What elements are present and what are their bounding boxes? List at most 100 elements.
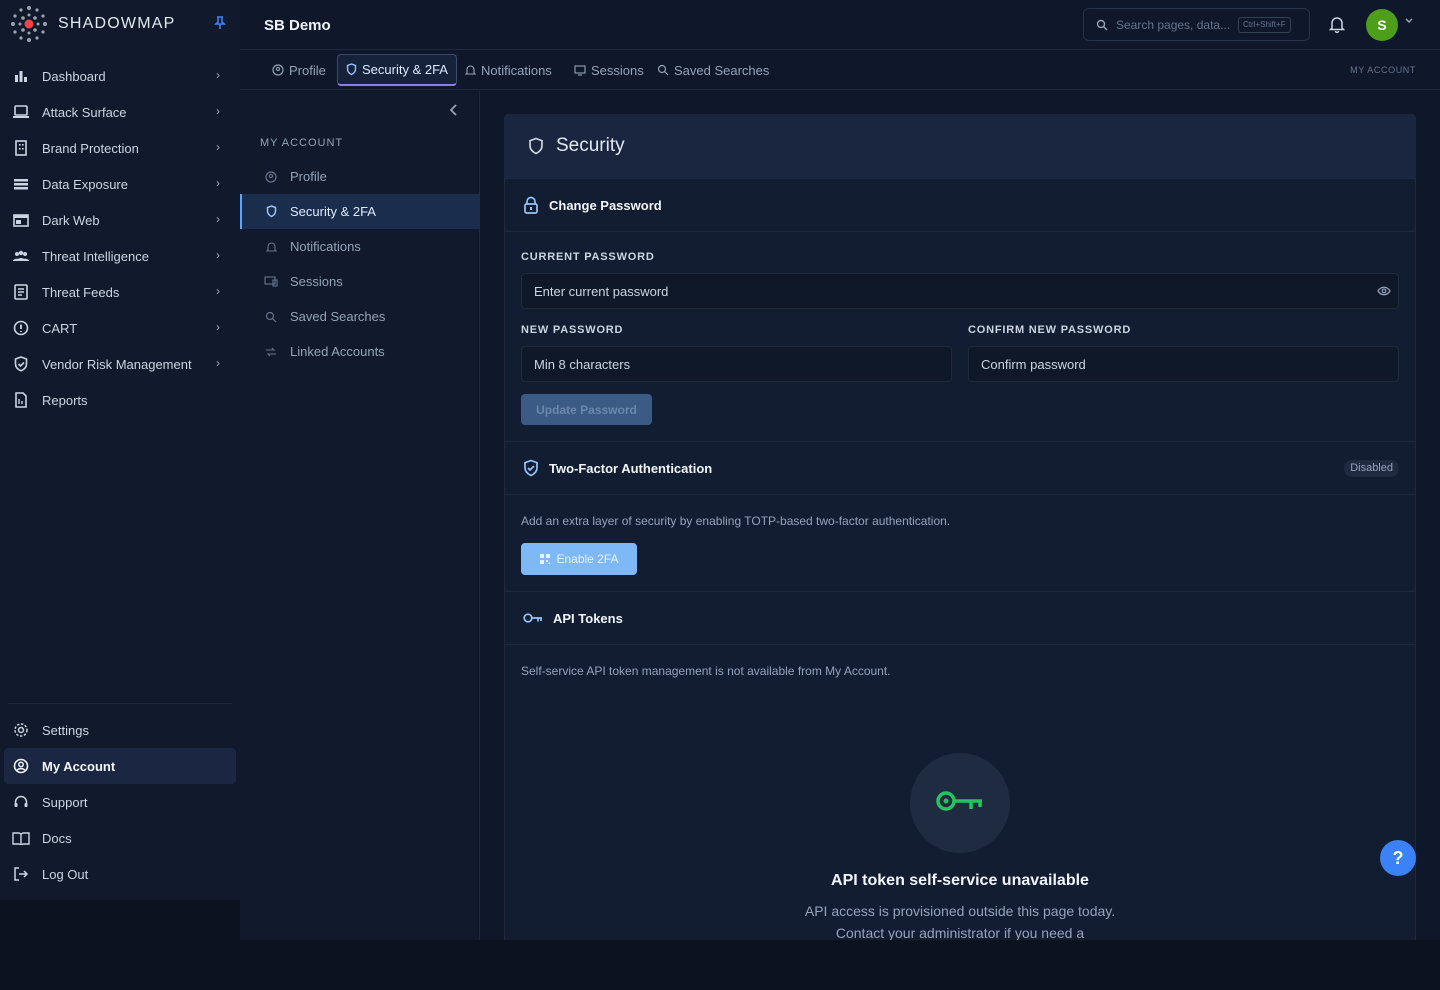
- database-icon: [12, 175, 30, 193]
- subnav-item-security-2fa[interactable]: Security & 2FA: [240, 194, 480, 229]
- sidebar-item-settings[interactable]: Settings: [0, 712, 240, 748]
- api-tokens-header: API Tokens: [505, 592, 1415, 645]
- avatar[interactable]: S: [1366, 9, 1398, 41]
- sidebar-item-label: Support: [42, 794, 88, 810]
- tab-saved-searches[interactable]: Saved Searches: [649, 54, 777, 86]
- sidebar-item-dashboard[interactable]: Dashboard ›: [0, 58, 240, 94]
- tab-profile[interactable]: Profile: [264, 54, 334, 86]
- sidebar-item-threat-feeds[interactable]: Threat Feeds ›: [0, 274, 240, 310]
- tab-notifications[interactable]: Notifications: [457, 54, 560, 86]
- laptop-icon: [12, 103, 30, 121]
- help-button[interactable]: ?: [1380, 840, 1416, 876]
- sidebar-item-my-account[interactable]: My Account: [4, 748, 236, 784]
- chevron-right-icon: ›: [216, 68, 220, 82]
- tab-security-2fa[interactable]: Security & 2FA: [337, 54, 457, 86]
- sidebar-item-support[interactable]: Support: [0, 784, 240, 820]
- shield-check-icon: [12, 355, 30, 373]
- pin-icon[interactable]: [214, 16, 226, 33]
- sidebar-item-label: Settings: [42, 722, 89, 738]
- report-icon: [12, 391, 30, 409]
- brand-name: SHADOWMAP: [58, 15, 176, 32]
- bell-icon[interactable]: [1328, 15, 1346, 38]
- feed-icon: [12, 283, 30, 301]
- user-circle-icon: [272, 64, 284, 76]
- chevron-right-icon: ›: [216, 356, 220, 370]
- sidebar-item-reports[interactable]: Reports: [0, 382, 240, 418]
- sidebar-item-label: CART: [42, 320, 78, 336]
- subnav-list: Profile Security & 2FA Notifications Ses…: [240, 159, 480, 369]
- subnav-item-label: Profile: [290, 169, 327, 184]
- update-password-button[interactable]: Update Password: [521, 394, 652, 425]
- subnav-item-profile[interactable]: Profile: [240, 159, 480, 194]
- chevron-right-icon: ›: [216, 248, 220, 262]
- sidebar-item-label: Attack Surface: [42, 104, 127, 120]
- two-factor-title: Two-Factor Authentication: [549, 460, 713, 476]
- shield-check-icon: [523, 459, 539, 477]
- headset-icon: [12, 793, 30, 811]
- subnav-item-notifications[interactable]: Notifications: [240, 229, 480, 264]
- chevron-left-icon[interactable]: [449, 103, 459, 122]
- shield-icon: [528, 137, 544, 155]
- breadcrumb: MY ACCOUNT: [1350, 65, 1416, 75]
- sidebar-item-vendor-risk-management[interactable]: Vendor Risk Management ›: [0, 346, 240, 382]
- change-password-title: Change Password: [549, 197, 662, 213]
- confirm-password-label: CONFIRM NEW PASSWORD: [968, 324, 1132, 336]
- new-password-label: NEW PASSWORD: [521, 324, 624, 336]
- global-search[interactable]: Search pages, data... Ctrl+Shift+F: [1083, 8, 1310, 41]
- sidebar-item-label: Dashboard: [42, 68, 106, 84]
- alert-circle-icon: [12, 319, 30, 337]
- search-shortcut: Ctrl+Shift+F: [1238, 17, 1291, 33]
- logout-icon: [12, 865, 30, 883]
- sidebar-item-log-out[interactable]: Log Out: [0, 856, 240, 892]
- chevron-right-icon: ›: [216, 140, 220, 154]
- sidebar-item-dark-web[interactable]: Dark Web ›: [0, 202, 240, 238]
- monitor-icon: [264, 276, 278, 287]
- current-password-input[interactable]: [521, 273, 1399, 309]
- subnav-item-label: Sessions: [290, 274, 343, 289]
- org-name[interactable]: SB Demo: [264, 17, 331, 34]
- enable-2fa-label: Enable 2FA: [556, 552, 619, 566]
- subnav-item-saved-searches[interactable]: Saved Searches: [240, 299, 480, 334]
- enable-2fa-button[interactable]: Enable 2FA: [521, 543, 637, 575]
- tab-label: Sessions: [591, 62, 644, 78]
- sidebar-item-docs[interactable]: Docs: [0, 820, 240, 856]
- sidebar-item-label: Data Exposure: [42, 176, 128, 192]
- two-factor-header: Two-Factor Authentication: [505, 442, 1415, 495]
- sidebar: SHADOWMAP Dashboard › Attack Surface › B…: [0, 0, 240, 900]
- bell-icon: [264, 241, 278, 253]
- sidebar-item-data-exposure[interactable]: Data Exposure ›: [0, 166, 240, 202]
- confirm-password-input[interactable]: [968, 346, 1399, 382]
- account-tabs: Profile Security & 2FA Notifications Ses…: [240, 50, 1440, 90]
- tab-sessions[interactable]: Sessions: [566, 54, 652, 86]
- sidebar-item-label: Reports: [42, 392, 88, 408]
- sidebar-item-label: Threat Intelligence: [42, 248, 149, 264]
- app-shell: SHADOWMAP Dashboard › Attack Surface › B…: [0, 0, 1440, 941]
- eye-icon[interactable]: [1377, 286, 1391, 296]
- brand-logo[interactable]: SHADOWMAP: [8, 4, 228, 44]
- chevron-down-icon[interactable]: [1404, 17, 1414, 28]
- tab-label: Notifications: [481, 62, 552, 78]
- new-password-input[interactable]: [521, 346, 952, 382]
- sidebar-item-attack-surface[interactable]: Attack Surface ›: [0, 94, 240, 130]
- subnav-item-linked-accounts[interactable]: Linked Accounts: [240, 334, 480, 369]
- lock-icon: [523, 196, 539, 214]
- sidebar-item-cart[interactable]: CART ›: [0, 310, 240, 346]
- chevron-right-icon: ›: [216, 212, 220, 226]
- subnav-item-sessions[interactable]: Sessions: [240, 264, 480, 299]
- empty-state-icon-wrap: [910, 753, 1010, 853]
- tab-label: Saved Searches: [674, 62, 770, 78]
- browser-icon: [12, 211, 30, 229]
- chevron-right-icon: ›: [216, 284, 220, 298]
- tab-label: Profile: [289, 62, 326, 78]
- search-input[interactable]: Search pages, data...: [1116, 18, 1230, 32]
- sidebar-item-label: Brand Protection: [42, 140, 139, 156]
- page-title: Security: [556, 135, 625, 156]
- link-icon: [264, 347, 278, 357]
- chevron-right-icon: ›: [216, 104, 220, 118]
- sidebar-item-threat-intelligence[interactable]: Threat Intelligence ›: [0, 238, 240, 274]
- subnav-item-label: Security & 2FA: [290, 204, 376, 219]
- sidebar-item-brand-protection[interactable]: Brand Protection ›: [0, 130, 240, 166]
- bottom-nav: Settings My Account Support Docs Log Out: [0, 712, 240, 892]
- user-circle-icon: [264, 170, 278, 183]
- sidebar-item-label: Docs: [42, 830, 72, 846]
